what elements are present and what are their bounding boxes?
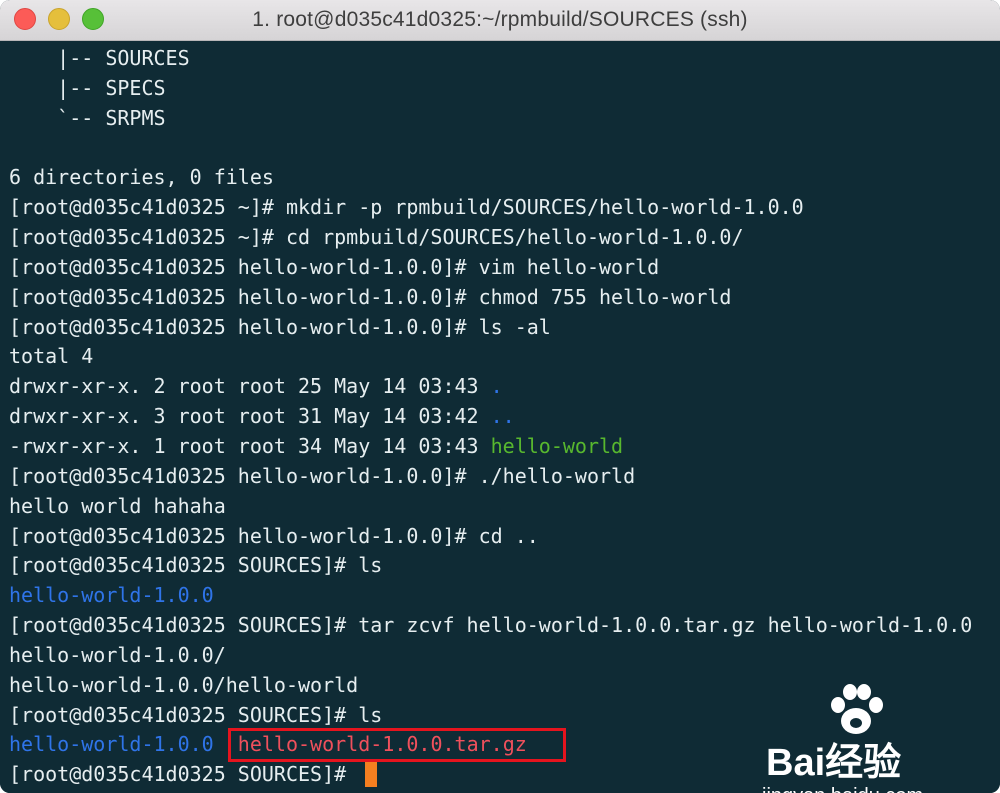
line-text: [root@d035c41d0325 hello-world-1.0.0]# v… [9, 254, 660, 279]
line-text: -rwxr-xr-x. 1 root root 34 May 14 03:43 [9, 433, 491, 458]
terminal-line: [root@d035c41d0325 hello-world-1.0.0]# c… [9, 522, 972, 552]
line-text: [root@d035c41d0325 hello-world-1.0.0]# l… [9, 314, 551, 339]
terminal-line: [root@d035c41d0325 hello-world-1.0.0]# v… [9, 253, 972, 283]
file-name: hello-world [490, 433, 624, 458]
terminal-lines: |-- SOURCES |-- SPECS `-- SRPMS 6 directo… [9, 44, 972, 790]
line-text: [root@d035c41d0325 SOURCES]# ls [9, 553, 383, 578]
terminal-line: [root@d035c41d0325 hello-world-1.0.0]# c… [9, 283, 972, 313]
title-bar[interactable]: 1. root@d035c41d0325:~/rpmbuild/SOURCES … [0, 0, 1000, 41]
terminal-line: [root@d035c41d0325 ~]# mkdir -p rpmbuild… [9, 193, 972, 223]
terminal-line: hello-world-1.0.0/ [9, 641, 972, 671]
terminal-line: hello world hahaha [9, 492, 972, 522]
terminal-line: [root@d035c41d0325 SOURCES]# tar zcvf he… [9, 611, 972, 641]
line-text: hello-world-1.0.0/ [9, 642, 226, 667]
line-text: [root@d035c41d0325 hello-world-1.0.0]# .… [9, 463, 636, 488]
file-name: hello-world-1.0.0 [9, 732, 214, 757]
line-text: hello-world-1.0.0/hello-world [9, 672, 359, 697]
terminal-line: `-- SRPMS [9, 104, 972, 134]
line-text: [root@d035c41d0325 ~]# cd rpmbuild/SOURC… [9, 225, 744, 250]
line-text: 6 directories, 0 files [9, 165, 274, 190]
file-name: hello-world-1.0.0 [9, 583, 214, 608]
window-title: 1. root@d035c41d0325:~/rpmbuild/SOURCES … [252, 8, 748, 31]
line-text: |-- SOURCES [9, 46, 190, 70]
watermark-brand: Bai经验 [766, 742, 902, 784]
line-text: drwxr-xr-x. 3 root root 31 May 14 03:42 [9, 404, 491, 429]
line-text: [root@d035c41d0325 SOURCES]# ls [9, 702, 383, 727]
cursor [365, 762, 377, 787]
terminal-output[interactable]: |-- SOURCES |-- SPECS `-- SRPMS 6 directo… [0, 41, 1000, 793]
line-text: total 4 [9, 344, 94, 369]
terminal-line: [root@d035c41d0325 hello-world-1.0.0]# .… [9, 462, 972, 492]
line-text: drwxr-xr-x. 2 root root 25 May 14 03:43 [9, 374, 491, 399]
terminal-line: total 4 [9, 342, 972, 372]
line-text: |-- SPECS [9, 75, 166, 100]
highlight-box [228, 728, 566, 762]
line-text: [root@d035c41d0325 hello-world-1.0.0]# c… [9, 284, 732, 309]
terminal-window: 1. root@d035c41d0325:~/rpmbuild/SOURCES … [0, 0, 1000, 793]
terminal-line: 6 directories, 0 files [9, 163, 972, 193]
line-text: hello world hahaha [9, 493, 226, 518]
terminal-line: hello-world-1.0.0 [9, 581, 972, 611]
terminal-line: drwxr-xr-x. 2 root root 25 May 14 03:43 … [9, 372, 972, 402]
line-text: [root@d035c41d0325 ~]# mkdir -p rpmbuild… [9, 195, 804, 220]
line-text: [root@d035c41d0325 hello-world-1.0.0]# c… [9, 523, 539, 548]
terminal-line: drwxr-xr-x. 3 root root 31 May 14 03:42 … [9, 402, 972, 432]
terminal-line: [root@d035c41d0325 SOURCES]# ls [9, 551, 972, 581]
watermark-url: jingyan.baidu.com [762, 785, 923, 793]
file-name: .. [490, 404, 515, 429]
file-name: . [490, 374, 503, 399]
line-text: [root@d035c41d0325 SOURCES]# [9, 762, 359, 787]
terminal-line: -rwxr-xr-x. 1 root root 34 May 14 03:43 … [9, 432, 972, 462]
terminal-line: |-- SOURCES [9, 44, 972, 74]
watermark: Bai经验 jingyan.baidu.com [760, 681, 960, 793]
line-text: [root@d035c41d0325 SOURCES]# tar zcvf he… [9, 613, 973, 638]
terminal-line: [root@d035c41d0325 ~]# cd rpmbuild/SOURC… [9, 223, 972, 253]
line-text: `-- SRPMS [9, 105, 166, 130]
terminal-line: [root@d035c41d0325 hello-world-1.0.0]# l… [9, 313, 972, 343]
terminal-line: |-- SPECS [9, 74, 972, 104]
